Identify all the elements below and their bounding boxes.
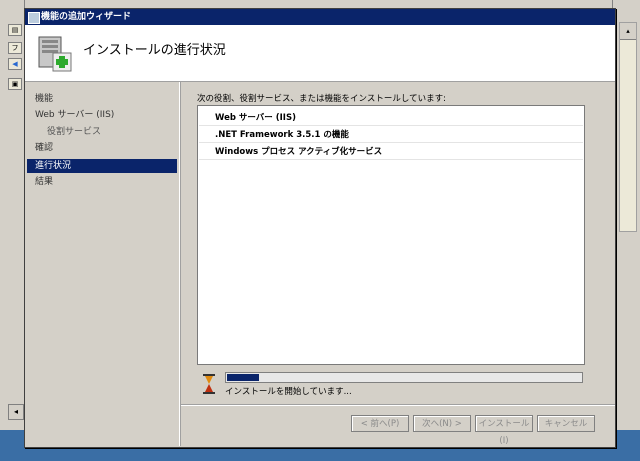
divider <box>181 404 615 406</box>
step-features[interactable]: 機能 <box>27 92 177 106</box>
intro-text: 次の役割、役割サービス、または機能をインストールしています: <box>197 94 446 104</box>
window-title: 機能の追加ウィザード <box>41 12 132 22</box>
next-button[interactable]: 次へ(N) > <box>413 415 471 432</box>
install-progress-bar <box>225 372 583 383</box>
server-icon: ▣ <box>8 78 22 90</box>
wizard-steps: 機能 Web サーバー (IIS) 役割サービス 確認 進行状況 結果 <box>25 82 180 446</box>
progress-status: インストールを開始しています... <box>225 387 352 397</box>
wizard-header: インストールの進行状況 <box>25 25 615 82</box>
progress-fill <box>227 374 259 381</box>
parent-menu-label[interactable]: フ <box>8 42 22 54</box>
parent-left-pane: ▤ フ ◀ ▣ ◂ <box>0 0 25 430</box>
step-progress[interactable]: 進行状況 <box>27 159 177 173</box>
step-confirmation[interactable]: 確認 <box>27 141 177 155</box>
list-item: Web サーバー (IIS) <box>199 110 583 126</box>
back-arrow-icon[interactable]: ◀ <box>8 58 22 70</box>
page-title: インストールの進行状況 <box>83 43 226 58</box>
step-results[interactable]: 結果 <box>27 175 177 189</box>
wizard-icon <box>28 12 40 24</box>
parent-icon: ▤ <box>8 24 22 36</box>
scroll-left-button[interactable]: ◂ <box>8 404 24 420</box>
step-web-server[interactable]: Web サーバー (IIS) <box>27 108 177 122</box>
add-features-wizard: 機能の追加ウィザード インストールの進行状況 機能 Web サーバー (IIS)… <box>24 8 616 448</box>
scroll-up-icon[interactable]: ▴ <box>620 23 636 40</box>
content-pane: 次の役割、役割サービス、または機能をインストールしています: Web サーバー … <box>181 82 615 446</box>
install-list[interactable]: Web サーバー (IIS) .NET Framework 3.5.1 の機能 … <box>197 105 585 365</box>
install-button[interactable]: インストール(I) <box>475 415 533 446</box>
server-add-icon <box>38 36 72 72</box>
cancel-button[interactable]: キャンセル <box>537 415 595 432</box>
list-item: .NET Framework 3.5.1 の機能 <box>199 127 583 143</box>
parent-scrollbar[interactable]: ▴ <box>619 22 637 232</box>
hourglass-icon <box>203 374 215 394</box>
parent-right-pane: ▴ <box>612 0 640 430</box>
list-item: Windows プロセス アクティブ化サービス <box>199 144 583 160</box>
back-button[interactable]: < 前へ(P) <box>351 415 409 432</box>
title-bar[interactable]: 機能の追加ウィザード <box>25 9 615 25</box>
step-role-services[interactable]: 役割サービス <box>27 125 177 139</box>
